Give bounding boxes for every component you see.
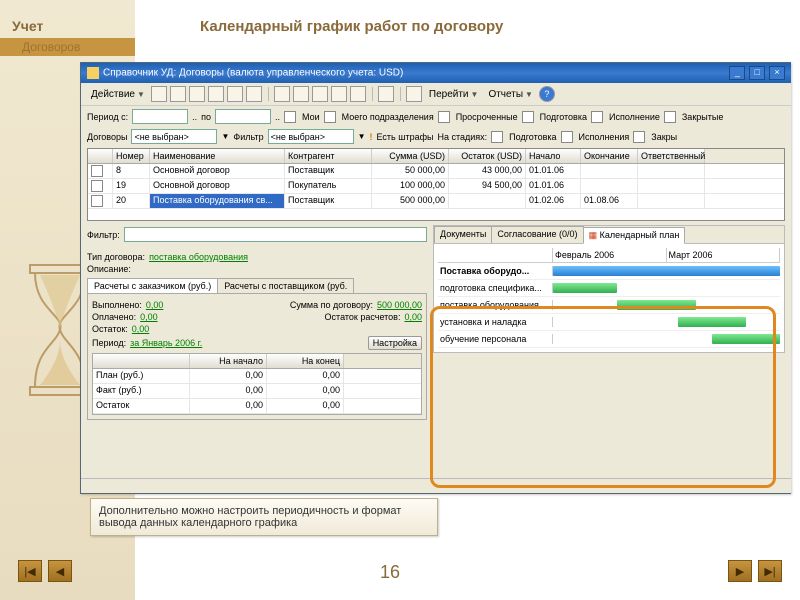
table-row: Факт (руб.)0,000,00 <box>93 384 421 399</box>
type-link[interactable]: поставка оборудования <box>149 252 248 262</box>
status-bar <box>81 478 791 493</box>
nav-last[interactable]: ▶| <box>758 560 782 582</box>
col-rest[interactable]: Остаток (USD) <box>449 149 526 163</box>
gantt-row: обучение персонала <box>438 331 780 348</box>
folder-icon[interactable] <box>246 86 262 102</box>
side-subtitle: Договоров <box>22 40 80 54</box>
titlebar: Справочник УД: Договоры (валюта управлен… <box>81 63 791 83</box>
sort-icon[interactable] <box>312 86 328 102</box>
nav-prev[interactable]: ◀ <box>48 560 72 582</box>
col-contr[interactable]: Контрагент <box>285 149 372 163</box>
chk-prep[interactable] <box>522 111 534 123</box>
add-icon[interactable] <box>151 86 167 102</box>
nav-first[interactable]: |◀ <box>18 560 42 582</box>
chk-mine[interactable] <box>284 111 296 123</box>
page-number: 16 <box>380 562 400 583</box>
col-num[interactable]: Номер <box>113 149 150 163</box>
col-start[interactable]: Начало <box>526 149 581 163</box>
nav-next[interactable]: ▶ <box>728 560 752 582</box>
app-window: Справочник УД: Договоры (валюта управлен… <box>80 62 791 494</box>
contracts-select[interactable] <box>131 129 217 144</box>
warning-icon: ! <box>370 132 373 142</box>
gantt-month-1: Февраль 2006 <box>553 248 667 262</box>
tab-docs[interactable]: Документы <box>434 226 492 243</box>
chk-stage-exec[interactable] <box>561 131 573 143</box>
contracts-grid: Номер Наименование Контрагент Сумма (USD… <box>87 148 785 221</box>
tab-plan[interactable]: ▦ Календарный план <box>583 227 686 244</box>
gantt-row: поставка оборудования <box>438 297 780 314</box>
period-to-label: по <box>201 112 211 122</box>
gantt-row: Поставка оборудо... <box>438 263 780 280</box>
close-button[interactable]: × <box>769 66 785 80</box>
table-row: План (руб.)0,000,00 <box>93 369 421 384</box>
select-icon[interactable] <box>350 86 366 102</box>
filter-bar-2: Договоры ▼ Фильтр ▼ ! Есть штрафы На ста… <box>81 127 791 146</box>
calendar-icon[interactable] <box>378 86 394 102</box>
menu-reports[interactable]: Отчеты▼ <box>484 88 537 101</box>
period-from-input[interactable] <box>132 109 188 124</box>
filter-bar-1: Период с: .. по .. Мои Моего подразделен… <box>81 106 791 127</box>
chk-stage-prep[interactable] <box>491 131 503 143</box>
gantt-month-2: Март 2006 <box>667 248 781 262</box>
chk-dept[interactable] <box>324 111 336 123</box>
print-icon[interactable] <box>406 86 422 102</box>
table-row[interactable]: 8Основной договорПоставщик50 000,0043 00… <box>88 164 784 179</box>
window-title: Справочник УД: Договоры (валюта управлен… <box>103 68 403 79</box>
maximize-button[interactable]: □ <box>749 66 765 80</box>
toolbar: Действие▼ Перейти▼ Отчеты▼ ? <box>81 83 791 106</box>
table-row: Остаток0,000,00 <box>93 399 421 414</box>
table-row[interactable]: 20Поставка оборудования св...Поставщик50… <box>88 194 784 209</box>
hierarchy-icon[interactable] <box>227 86 243 102</box>
edit-icon[interactable] <box>170 86 186 102</box>
help-icon[interactable]: ? <box>539 86 555 102</box>
menu-goto[interactable]: Перейти▼ <box>425 88 483 101</box>
chk-exec[interactable] <box>591 111 603 123</box>
tab-customer[interactable]: Расчеты с заказчиком (руб.) <box>87 278 218 293</box>
details-panel: Фильтр: Тип договора: поставка оборудова… <box>87 225 427 420</box>
col-name[interactable]: Наименование <box>150 149 285 163</box>
gantt-row: подготовка специфика... <box>438 280 780 297</box>
app-icon <box>87 67 99 79</box>
side-title: Учет <box>12 18 43 34</box>
table-row[interactable]: 19Основной договорПокупатель100 000,0094… <box>88 179 784 194</box>
note-callout: Дополнительно можно настроить периодично… <box>90 498 438 536</box>
settings-button[interactable]: Настройка <box>368 336 422 350</box>
filter-icon[interactable] <box>293 86 309 102</box>
tab-supplier[interactable]: Расчеты с поставщиком (руб. <box>217 278 354 293</box>
lower-filter-input[interactable] <box>124 227 427 242</box>
refresh-icon[interactable] <box>274 86 290 102</box>
period-label: Период с: <box>87 112 128 122</box>
chk-overdue[interactable] <box>438 111 450 123</box>
tree-icon[interactable] <box>331 86 347 102</box>
col-resp[interactable]: Ответственный <box>638 149 705 163</box>
menu-action[interactable]: Действие▼ <box>87 88 149 101</box>
slide-title: Календарный график работ по договору <box>200 18 503 35</box>
right-panel: Документы Согласование (0/0) ▦ Календарн… <box>433 225 785 353</box>
delete-icon[interactable] <box>208 86 224 102</box>
col-sum[interactable]: Сумма (USD) <box>372 149 449 163</box>
chk-stage-closed[interactable] <box>633 131 645 143</box>
gantt-chart: Февраль 2006 Март 2006 Поставка оборудо.… <box>434 244 784 352</box>
gantt-row: установка и наладка <box>438 314 780 331</box>
chk-closed[interactable] <box>664 111 676 123</box>
period-to-input[interactable] <box>215 109 271 124</box>
minimize-button[interactable]: _ <box>729 66 745 80</box>
filter-select[interactable] <box>268 129 354 144</box>
col-end[interactable]: Окончание <box>581 149 638 163</box>
copy-icon[interactable] <box>189 86 205 102</box>
tab-agree[interactable]: Согласование (0/0) <box>491 226 583 243</box>
